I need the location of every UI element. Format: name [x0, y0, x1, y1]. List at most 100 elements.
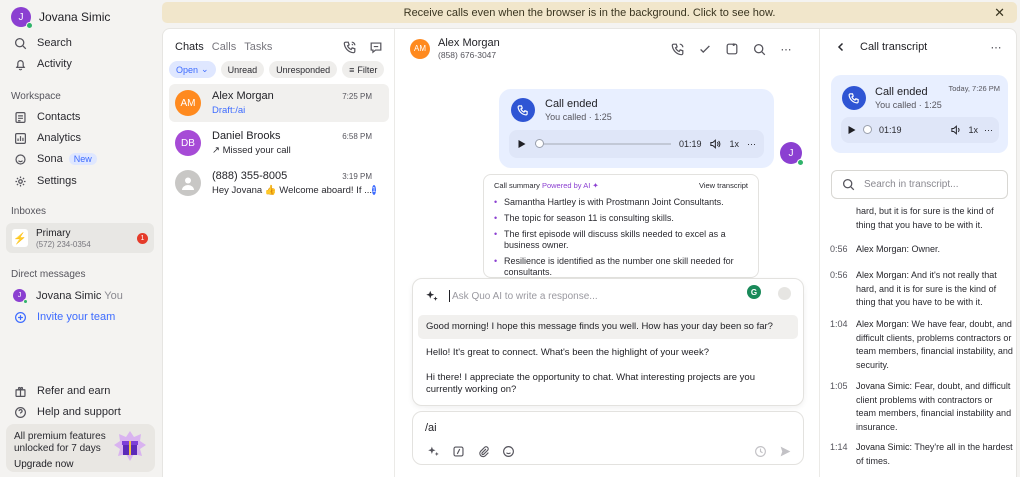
filter-open[interactable]: Open ⌄ [169, 61, 216, 78]
grammarly-icon[interactable]: G [747, 285, 761, 299]
transcript-line: 1:04 Alex Morgan: We have fear, doubt, an… [830, 319, 1013, 370]
message-input[interactable]: /ai [425, 422, 437, 434]
view-transcript-link[interactable]: View transcript [699, 181, 748, 190]
phone-icon[interactable] [670, 41, 686, 57]
close-icon[interactable]: ✕ [994, 5, 1005, 21]
chat-list-panel: Chats Calls Tasks Open ⌄ Unread Unrespond… [163, 29, 395, 477]
transcript-line: 0:56 Alex Morgan: Owner. [830, 244, 941, 254]
playback-speed[interactable]: 1x [968, 125, 978, 135]
avatar-placeholder-icon [175, 170, 201, 196]
nav-search[interactable]: Search [13, 36, 72, 50]
filter-unread[interactable]: Unread [220, 61, 265, 78]
nav-sona[interactable]: Sona New [13, 152, 97, 166]
more-icon[interactable]: ⋯ [984, 125, 993, 136]
contact-card-icon[interactable] [724, 41, 740, 57]
call-outgoing-icon [511, 98, 535, 122]
nav-analytics[interactable]: Analytics [13, 131, 81, 145]
sidebar: J Jovana Simic Search Activity Workspace… [0, 0, 160, 477]
nav-analytics-label: Analytics [37, 132, 82, 144]
scrubber-handle[interactable] [535, 139, 544, 148]
nav-activity[interactable]: Activity [13, 57, 72, 71]
chat-preview: Hey Jovana 👍 Welcome aboard! If ... [212, 185, 373, 196]
sparkle-icon[interactable] [425, 443, 441, 459]
draft-label: Draft: [212, 105, 236, 116]
transcript-line: 0:56 Alex Morgan: And it's not really tha… [830, 270, 997, 307]
transcript-title: Call transcript [860, 41, 928, 53]
emoji-icon[interactable] [500, 443, 516, 459]
dm-self[interactable]: J Jovana Simic You [13, 289, 123, 304]
chat-preview: ↗ Missed your call [212, 145, 291, 156]
filter-unresponded[interactable]: Unresponded [269, 61, 338, 78]
notification-banner[interactable]: Receive calls even when the browser is i… [162, 2, 1017, 23]
conversation-header[interactable]: AM Alex Morgan (858) 676-3047 [410, 37, 500, 60]
volume-icon[interactable] [709, 138, 721, 150]
avatar: J [13, 289, 28, 304]
audio-scrubber[interactable] [863, 125, 873, 134]
ai-suggestion[interactable]: Good morning! I hope this message finds … [418, 315, 798, 339]
tab-calls[interactable]: Calls [212, 41, 236, 53]
inbox-primary[interactable]: ⚡ Primary (572) 234-0354 1 [6, 223, 154, 253]
filter-button[interactable]: ≡ Filter [342, 61, 385, 78]
more-icon[interactable]: ⋯ [988, 39, 1004, 55]
chat-time: 7:25 PM [342, 92, 372, 101]
chat-time: 6:58 PM [342, 132, 372, 141]
tab-chats[interactable]: Chats [175, 41, 204, 53]
play-icon[interactable] [847, 125, 857, 135]
transcript-search-input[interactable]: Search in transcript... [831, 170, 1008, 199]
upgrade-promo[interactable]: All premium features unlocked for 7 days… [6, 424, 155, 472]
message-composer[interactable]: /ai [412, 411, 804, 465]
audio-scrubber[interactable] [535, 139, 671, 148]
ai-assist-panel: Ask Quo AI to write a response... G Good… [412, 278, 804, 406]
promo-text: All premium features unlocked for 7 days [14, 431, 106, 454]
attachment-icon[interactable] [475, 443, 491, 459]
chat-item[interactable]: AM Alex Morgan 7:25 PM Draft: /ai [169, 84, 389, 122]
user-menu[interactable]: J Jovana Simic [11, 7, 110, 29]
transcript-line: 1:14 Jovana Simic: They're all in the har… [830, 442, 1013, 466]
banner-text: Receive calls even when the browser is i… [403, 6, 776, 19]
invite-team-link[interactable]: Invite your team [13, 310, 115, 324]
chevron-down-icon: ⌄ [201, 64, 209, 74]
play-icon[interactable] [517, 139, 527, 149]
schedule-icon[interactable] [752, 443, 768, 459]
refer-earn-link[interactable]: Refer and earn [13, 384, 110, 398]
summary-point: The first episode will discuss skills ne… [494, 229, 748, 251]
phone-icon[interactable] [342, 39, 358, 55]
invite-team-label: Invite your team [37, 311, 116, 323]
send-icon[interactable] [778, 287, 791, 300]
scrubber-handle[interactable] [863, 125, 872, 134]
more-icon[interactable]: ⋯ [747, 139, 756, 150]
back-chevron-icon[interactable] [836, 42, 846, 52]
gear-icon [13, 174, 27, 188]
more-icon[interactable]: ⋯ [778, 41, 794, 57]
nav-settings[interactable]: Settings [13, 174, 77, 188]
transcript-lines: hard, but it is for sure is the kind of … [820, 205, 1016, 477]
avatar: AM [175, 90, 201, 116]
call-outgoing-icon [842, 86, 866, 110]
search-icon[interactable] [751, 41, 767, 57]
audio-player: 01:19 1x ⋯ [509, 130, 764, 158]
ai-suggestion[interactable]: Hello! It's great to connect. What's bee… [418, 341, 798, 365]
chat-item[interactable]: DB Daniel Brooks 6:58 PM ↗ Missed your ca… [169, 124, 389, 162]
gift-box-illustration [114, 431, 146, 461]
workspace-label: Workspace [11, 91, 61, 102]
nav-contacts[interactable]: Contacts [13, 110, 80, 124]
call-timestamp: Today, 7:26 PM [948, 84, 1000, 93]
bolt-icon: ⚡ [12, 229, 28, 247]
help-support-link[interactable]: Help and support [13, 405, 121, 419]
chat-tabs: Chats Calls Tasks [175, 41, 272, 53]
new-message-icon[interactable] [368, 39, 384, 55]
send-icon[interactable] [777, 443, 793, 459]
playback-speed[interactable]: 1x [729, 139, 739, 149]
nav-sona-label: Sona [37, 153, 63, 165]
volume-icon[interactable] [950, 124, 962, 136]
slash-command-icon[interactable] [450, 443, 466, 459]
avatar: DB [175, 130, 201, 156]
chat-name: (888) 355-8005 [212, 170, 288, 182]
ai-suggestion[interactable]: Hi there! I appreciate the opportunity t… [418, 366, 798, 402]
tab-tasks[interactable]: Tasks [244, 41, 272, 53]
summary-label: Call summary [494, 181, 540, 190]
conversation-panel: AM Alex Morgan (858) 676-3047 ⋯ Call end… [396, 29, 806, 477]
chat-item[interactable]: (888) 355-8005 3:19 PM Hey Jovana 👍 Welco… [169, 164, 389, 202]
ai-prompt-input[interactable]: Ask Quo AI to write a response... [425, 287, 791, 305]
check-icon[interactable] [697, 41, 713, 57]
